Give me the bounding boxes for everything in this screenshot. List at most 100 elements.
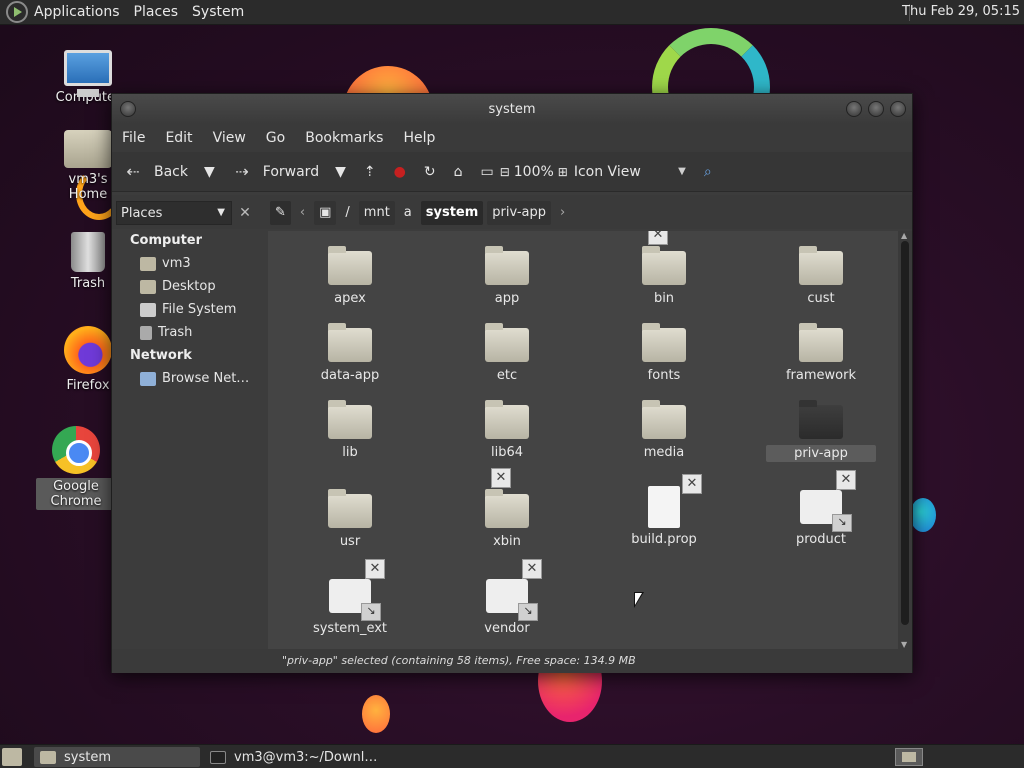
folder-icon [642, 323, 686, 362]
menu-bookmarks[interactable]: Bookmarks [305, 130, 383, 146]
vertical-scrollbar[interactable]: ▲ ▼ [898, 231, 912, 649]
scroll-up-icon[interactable]: ▲ [901, 231, 907, 240]
system-menu[interactable]: System [192, 4, 244, 20]
taskbar-item-terminal[interactable]: vm3@vm3:~/Downl… [204, 747, 404, 767]
stop-icon[interactable]: ● [394, 164, 406, 180]
workspace-switcher[interactable] [895, 748, 923, 766]
file-item[interactable]: media [609, 400, 719, 460]
zoom-in-icon[interactable]: ⊞ [558, 165, 568, 179]
file-item[interactable]: cust [766, 246, 876, 306]
file-item-selected[interactable]: priv-app [766, 400, 876, 462]
menu-file[interactable]: File [122, 130, 145, 146]
zoom-out-icon[interactable]: ⊟ [500, 165, 510, 179]
file-item[interactable]: etc [452, 323, 562, 383]
menu-view[interactable]: View [213, 130, 246, 146]
search-icon[interactable]: ⌕ [704, 164, 712, 180]
file-item[interactable]: lib [295, 400, 405, 460]
panel-clock[interactable]: Thu Feb 29, 05:15 [902, 4, 1020, 19]
folder-icon [642, 400, 686, 439]
breadcrumb: ✎ ‹ ▣ / mnt a system priv-app › [270, 201, 574, 225]
forward-button[interactable]: ⇢ Forward [231, 162, 319, 182]
sidebar-item-trash[interactable]: Trash [112, 321, 264, 344]
folder-icon [799, 246, 843, 285]
breadcrumb-mnt[interactable]: mnt [358, 201, 395, 225]
no-access-emblem-icon: ✕ [491, 468, 511, 488]
breadcrumb-system[interactable]: system [420, 201, 484, 225]
menu-go[interactable]: Go [266, 130, 285, 146]
file-name: framework [785, 368, 856, 383]
drive-icon [140, 302, 156, 317]
no-access-emblem-icon: ✕ [365, 559, 385, 579]
taskbar-item-system[interactable]: system [34, 747, 200, 767]
forward-history-dropdown[interactable]: ▼ [335, 164, 346, 180]
close-sidebar-icon[interactable]: ✕ [234, 201, 256, 225]
file-item[interactable]: ✕ xbin [452, 468, 562, 549]
edit-location-icon[interactable]: ✎ [270, 201, 291, 225]
file-name: lib [342, 445, 358, 460]
computer-icon[interactable]: ▭ [480, 164, 493, 180]
maximize-button[interactable] [868, 101, 884, 117]
breadcrumb-scroll-right[interactable]: › [555, 201, 570, 225]
zoom-level: 100% [513, 163, 554, 180]
close-button[interactable] [890, 101, 906, 117]
sidebar-selector[interactable]: Places ▼ [116, 201, 232, 225]
folder-icon [328, 323, 372, 362]
menu-help[interactable]: Help [403, 130, 435, 146]
trash-icon [140, 325, 152, 340]
desktop-folder-icon [140, 279, 156, 294]
file-item[interactable]: data-app [295, 323, 405, 383]
sidebar-item-label: Desktop [162, 279, 216, 294]
back-history-dropdown[interactable]: ▼ [204, 164, 215, 180]
file-item[interactable]: ✕ vendor [452, 559, 562, 636]
file-item[interactable]: ✕ system_ext [295, 559, 405, 636]
applications-menu[interactable]: Applications [34, 4, 120, 20]
forward-arrow-icon: ⇢ [235, 161, 249, 181]
view-mode-select[interactable]: Icon View ▼ [574, 164, 686, 180]
home-icon[interactable]: ⌂ [454, 164, 463, 180]
file-item[interactable]: framework [766, 323, 876, 383]
file-name: build.prop [631, 532, 697, 547]
back-button[interactable]: ⇠ Back [122, 162, 188, 182]
scroll-down-icon[interactable]: ▼ [901, 640, 907, 649]
file-name: vendor [484, 621, 530, 636]
file-item[interactable]: app [452, 246, 562, 306]
sidebar-item-browse-network[interactable]: Browse Net… [112, 367, 264, 390]
minimize-button[interactable] [846, 101, 862, 117]
file-name: data-app [320, 368, 380, 383]
breadcrumb-priv-app[interactable]: priv-app [487, 201, 552, 225]
folder-icon [328, 489, 372, 528]
wallpaper-blob [910, 498, 936, 532]
file-item[interactable]: fonts [609, 323, 719, 383]
folder-icon [328, 246, 372, 285]
places-menu[interactable]: Places [134, 4, 179, 20]
symlink-icon: ✕ [486, 559, 542, 621]
sidebar-item-desktop[interactable]: Desktop [112, 275, 264, 298]
file-name: app [494, 291, 520, 306]
show-desktop-icon[interactable] [2, 748, 22, 766]
desktop-icon-chrome[interactable]: Google Chrome [36, 426, 116, 510]
breadcrumb-a[interactable]: a [399, 201, 417, 225]
file-name: system_ext [312, 621, 388, 636]
breadcrumb-root[interactable]: / [340, 201, 354, 225]
sidebar-item-vm3[interactable]: vm3 [112, 252, 264, 275]
up-icon[interactable]: ⇡ [364, 164, 376, 180]
window-titlebar[interactable]: system [112, 94, 912, 124]
file-item[interactable]: usr [295, 489, 405, 549]
scrollbar-thumb[interactable] [901, 241, 909, 625]
sidebar-item-label: File System [162, 302, 237, 317]
file-name: fonts [647, 368, 681, 383]
sidebar-item-label: Browse Net… [162, 371, 250, 386]
breadcrumb-root-icon[interactable]: ▣ [314, 201, 337, 225]
file-item[interactable]: ✕ bin [609, 231, 719, 306]
file-item[interactable]: ✕ product [766, 470, 876, 547]
file-item[interactable]: apex [295, 246, 405, 306]
reload-icon[interactable]: ↻ [424, 164, 436, 180]
sidebar-item-file-system[interactable]: File System [112, 298, 264, 321]
menu-edit[interactable]: Edit [165, 130, 192, 146]
distro-logo-icon[interactable] [6, 1, 28, 23]
chevron-down-icon: ▼ [678, 166, 686, 177]
file-item[interactable]: ✕ build.prop [609, 474, 719, 547]
top-panel: Applications Places System Thu Feb 29, 0… [0, 0, 1024, 25]
file-item[interactable]: lib64 [452, 400, 562, 460]
breadcrumb-scroll-left[interactable]: ‹ [295, 201, 310, 225]
